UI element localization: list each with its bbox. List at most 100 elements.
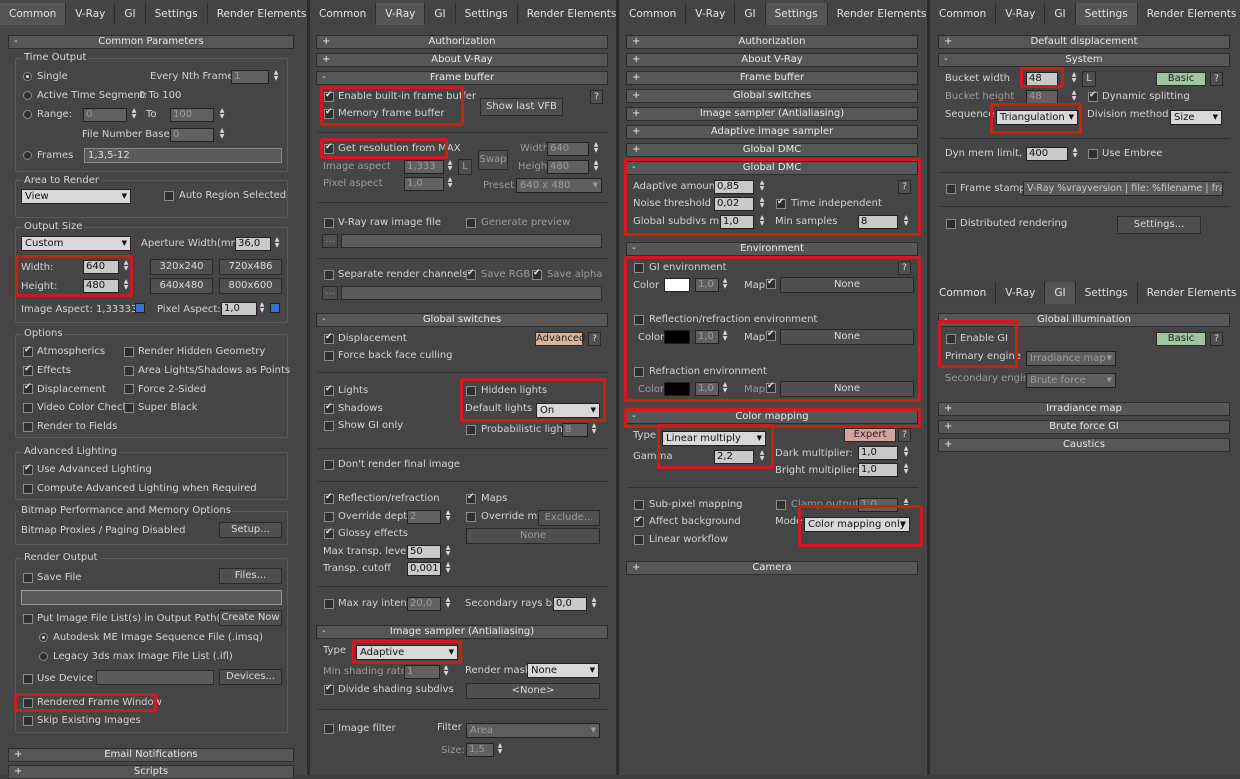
checkbox-refl-env[interactable] <box>634 315 644 325</box>
spinner[interactable]: ▲ ▼ <box>902 215 910 229</box>
spinner[interactable]: ▲ ▼ <box>218 108 226 122</box>
checkbox-shadows[interactable] <box>324 402 334 414</box>
override-mtl-none-button[interactable]: None <box>466 528 600 544</box>
spinner[interactable]: ▲ ▼ <box>902 446 910 460</box>
spinner[interactable]: ▲ ▼ <box>758 215 766 229</box>
spinner[interactable]: ▲ ▼ <box>758 450 766 464</box>
bucket-width-field[interactable]: 48 <box>1026 72 1058 86</box>
checkbox-displacement[interactable] <box>324 332 334 344</box>
mode-dropdown[interactable]: Color mapping only ( <box>804 517 910 532</box>
checkbox-probabilistic[interactable] <box>466 425 476 435</box>
min-shading-field[interactable]: 1 <box>404 665 440 679</box>
refr-env-color-swatch[interactable] <box>664 382 690 396</box>
tab-settings[interactable]: Settings <box>455 3 518 25</box>
lock-icon[interactable] <box>270 303 280 313</box>
division-method-dropdown[interactable]: Size <box>1170 110 1222 125</box>
basic-mode-button[interactable]: Basic <box>1156 332 1206 346</box>
spinner[interactable]: ▲ ▼ <box>442 665 450 679</box>
global-subdivs-field[interactable]: 1,0 <box>720 215 754 229</box>
devices-button[interactable]: Devices... <box>219 669 282 685</box>
rollout-frame-buffer[interactable]: - Frame buffer <box>316 71 608 85</box>
gi-env-map-button[interactable]: None <box>780 277 914 293</box>
checkbox-displacement[interactable] <box>23 382 33 394</box>
tab-render-elements[interactable]: Render Elements <box>207 3 317 25</box>
spinner[interactable]: ▲ ▼ <box>122 260 130 274</box>
checkbox-gi-env-map[interactable] <box>766 277 776 289</box>
height-field[interactable]: 480 <box>83 279 119 293</box>
pixel-aspect-field[interactable]: 1,0 <box>221 302 257 316</box>
checkbox-distributed[interactable] <box>946 219 956 229</box>
tab-common[interactable]: Common <box>310 3 377 25</box>
spinner[interactable]: ▲ ▼ <box>272 70 280 84</box>
checkbox-enable-vfb[interactable] <box>324 90 334 102</box>
preset-800x600-button[interactable]: 800x600 <box>219 278 282 294</box>
save-file-path[interactable] <box>21 590 282 605</box>
lock-icon[interactable] <box>135 303 145 313</box>
spinner[interactable]: ▲ ▼ <box>590 423 598 437</box>
tab-render-elements[interactable]: Render Elements <box>1137 282 1240 304</box>
tab-settings[interactable]: Settings <box>1075 282 1138 304</box>
dark-mult-field[interactable]: 1,0 <box>858 446 898 460</box>
checkbox-use-device[interactable] <box>23 674 33 684</box>
checkbox-put-image[interactable] <box>23 614 33 624</box>
secondary-bias-field[interactable]: 0,0 <box>553 597 587 611</box>
device-field[interactable] <box>96 670 214 685</box>
spinner[interactable]: ▲ ▼ <box>902 498 910 512</box>
spinner[interactable]: ▲ ▼ <box>758 180 766 194</box>
checkbox-override-mtl[interactable] <box>466 512 476 522</box>
tab-settings[interactable]: Settings <box>765 3 828 25</box>
color-mapping-type-dropdown[interactable]: Linear multiply <box>662 431 766 446</box>
checkbox-skip-existing[interactable] <box>23 716 33 726</box>
raw-path-field[interactable] <box>341 234 602 248</box>
tab-render-elements[interactable]: Render Elements <box>827 3 937 25</box>
sampler-type-dropdown[interactable]: Adaptive <box>356 645 458 660</box>
rollout-environment[interactable]: - Environment <box>626 242 918 256</box>
checkbox-refr-env-map[interactable] <box>766 381 776 393</box>
tab-settings[interactable]: Settings <box>1075 3 1138 25</box>
probabilistic-field[interactable]: 8 <box>562 423 588 437</box>
spinner[interactable]: ▲ ▼ <box>122 279 130 293</box>
checkbox-dont-render[interactable] <box>324 460 334 470</box>
refl-env-color-swatch[interactable] <box>664 330 690 344</box>
radio-range[interactable] <box>23 110 32 119</box>
setup-button[interactable]: Setup... <box>219 522 282 538</box>
checkbox-dynamic-splitting[interactable] <box>1088 90 1098 102</box>
spinner[interactable]: ▲ ▼ <box>218 128 226 142</box>
default-lights-dropdown[interactable]: On <box>536 403 600 418</box>
checkbox-max-ray[interactable] <box>324 599 334 609</box>
tab-common[interactable]: Common <box>930 3 997 25</box>
sequence-dropdown[interactable]: Triangulation <box>996 110 1078 125</box>
noise-threshold-field[interactable]: 0,02 <box>714 197 754 211</box>
gi-env-mult-field[interactable]: 1,0 <box>695 278 719 292</box>
rollout-caustics[interactable]: + Caustics <box>938 438 1230 452</box>
refr-env-map-button[interactable]: None <box>780 381 914 397</box>
spinner[interactable]: ▲ ▼ <box>446 160 454 174</box>
checkbox-rendered-frame[interactable] <box>23 698 33 708</box>
checkbox-time-independent[interactable] <box>776 197 786 209</box>
radio-active-segment[interactable] <box>23 91 32 100</box>
exclude-button[interactable]: Exclude... <box>538 510 600 526</box>
tab-render-elements[interactable]: Render Elements <box>517 3 627 25</box>
swap-button[interactable]: Swap <box>478 150 508 170</box>
spinner[interactable]: ▲ ▼ <box>1070 90 1078 104</box>
spinner[interactable]: ▲ ▼ <box>273 237 281 251</box>
create-now-button[interactable]: Create Now <box>219 610 282 626</box>
bucket-height-field[interactable]: 48 <box>1026 90 1058 104</box>
filter-size-field[interactable]: 1,5 <box>466 743 494 757</box>
checkbox-force-2sided[interactable] <box>124 384 134 394</box>
checkbox-override-depth[interactable] <box>324 512 334 522</box>
secondary-engine-dropdown[interactable]: Brute force <box>1026 373 1116 388</box>
files-button[interactable]: Files... <box>219 568 282 584</box>
rollout-global-illumination[interactable]: - Global illumination <box>938 313 1230 327</box>
spinner[interactable]: ▲ ▼ <box>444 562 452 576</box>
checkbox-separate-channels[interactable] <box>324 270 334 280</box>
rollout-system[interactable]: - System <box>938 53 1230 67</box>
pixel-aspect-field[interactable]: 1,0 <box>404 177 444 191</box>
expert-mode-button[interactable]: Expert <box>844 428 896 442</box>
checkbox-gen-preview[interactable] <box>466 218 476 228</box>
checkbox-frame-stamp[interactable] <box>946 184 956 194</box>
checkbox-save-rgb[interactable] <box>466 268 476 280</box>
tab-vray[interactable]: V-Ray <box>686 3 736 25</box>
bright-mult-field[interactable]: 1,0 <box>858 463 898 477</box>
tab-vray[interactable]: V-Ray <box>996 3 1046 25</box>
